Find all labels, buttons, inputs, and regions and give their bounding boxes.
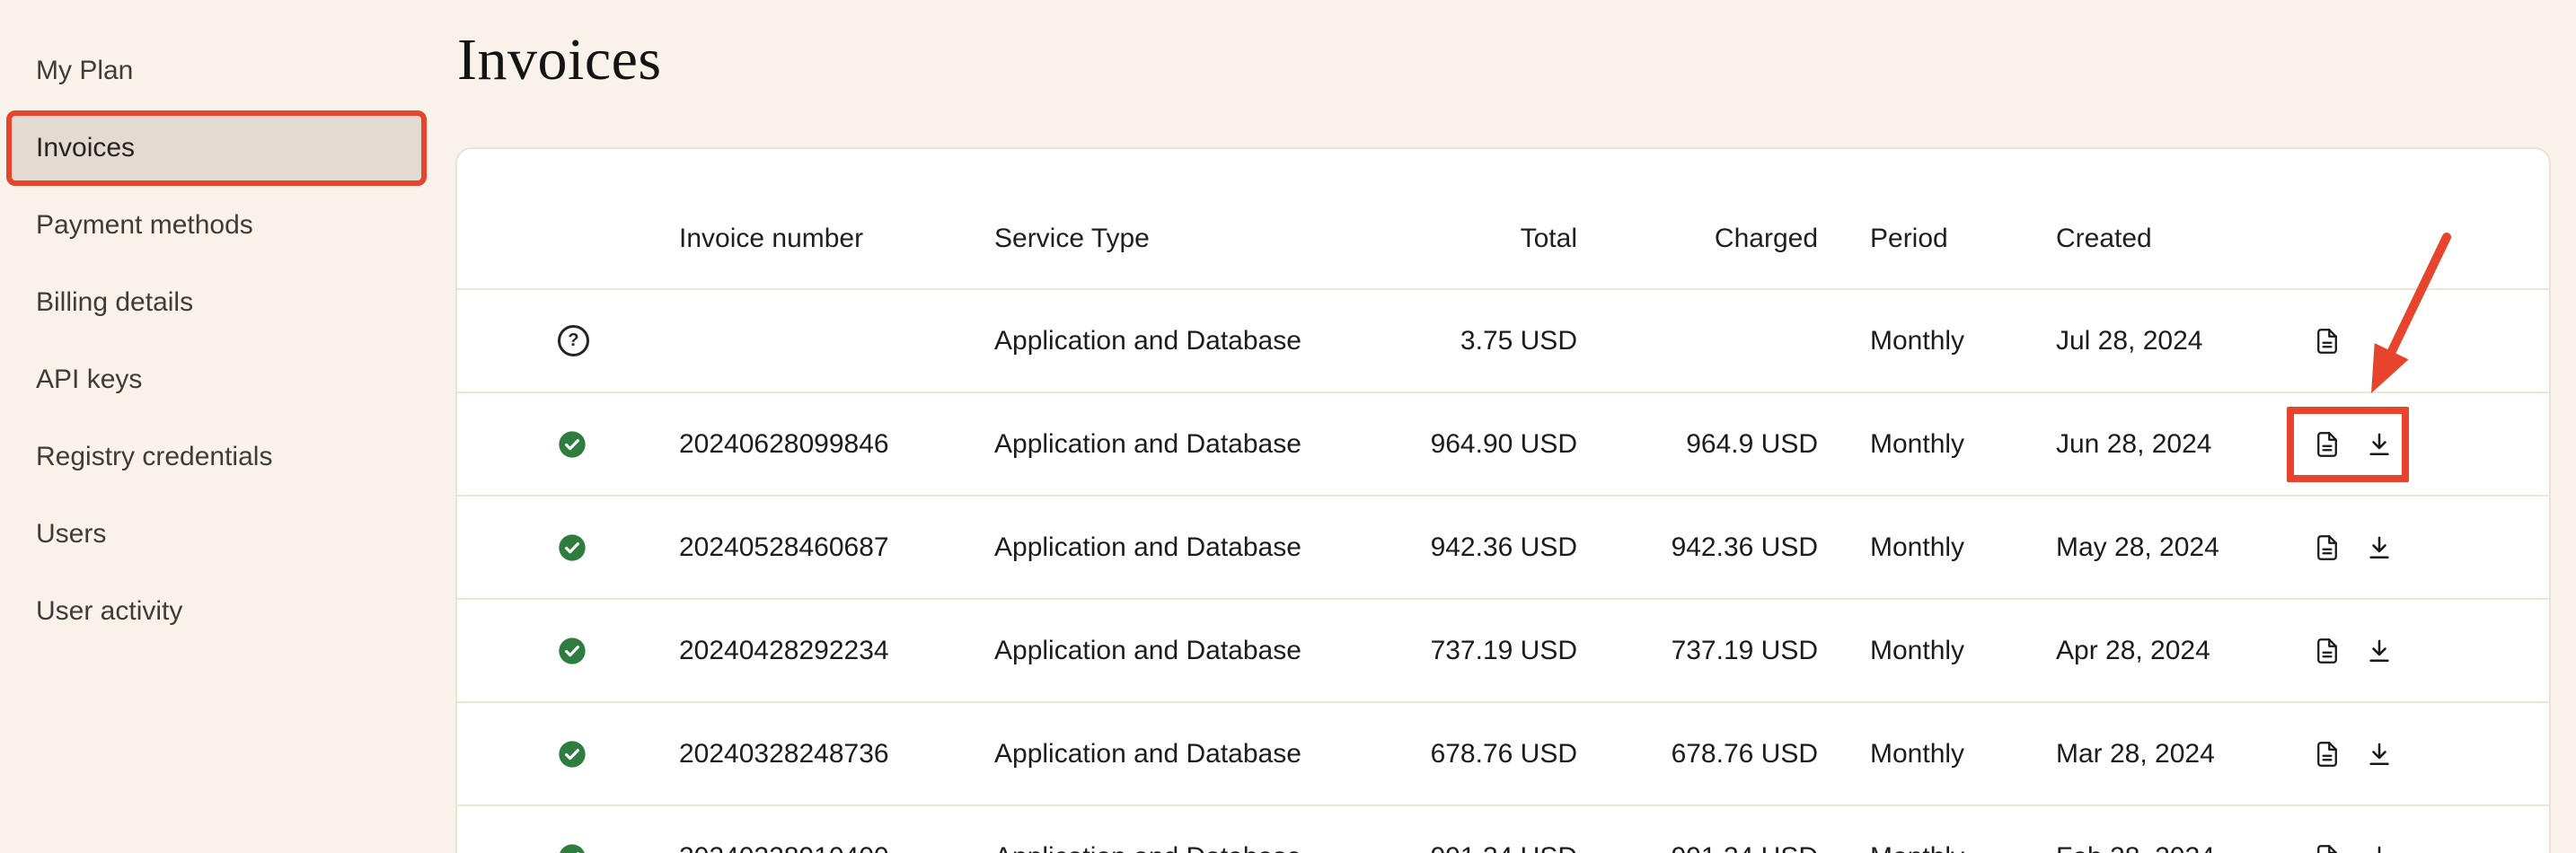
service-type: Application and Database bbox=[994, 636, 1336, 666]
invoices-main: Invoices Invoice number Service Type Tot… bbox=[452, 0, 2576, 853]
service-type: Application and Database bbox=[994, 429, 1336, 460]
sidebar-item-label: Payment methods bbox=[36, 210, 253, 241]
billing-period: Monthly bbox=[1818, 739, 2056, 769]
created-date: Jul 28, 2024 bbox=[2056, 326, 2312, 356]
invoice-table-header: Invoice number Service Type Total Charge… bbox=[457, 149, 2549, 290]
sidebar-nav: My Plan Invoices Payment methods Billing… bbox=[0, 33, 452, 649]
sidebar-item-my-plan[interactable]: My Plan bbox=[6, 33, 427, 109]
sidebar-item-invoices[interactable]: Invoices bbox=[6, 110, 427, 186]
download-icon[interactable] bbox=[2364, 636, 2395, 666]
table-row[interactable]: ? Application and Database 3.75 USD Mont… bbox=[457, 290, 2549, 393]
created-date: Feb 28, 2024 bbox=[2056, 842, 2312, 853]
sidebar-item-label: Invoices bbox=[36, 133, 135, 163]
sidebar-item-label: User activity bbox=[36, 596, 182, 627]
service-type: Application and Database bbox=[994, 739, 1336, 769]
header-invoice-number: Invoice number bbox=[679, 224, 994, 254]
total-amount: 3.75 USD bbox=[1336, 326, 1577, 356]
created-date: Mar 28, 2024 bbox=[2056, 739, 2312, 769]
sidebar-item-users[interactable]: Users bbox=[6, 497, 427, 572]
total-amount: 964.90 USD bbox=[1336, 429, 1577, 460]
check-circle-icon bbox=[558, 843, 587, 853]
sidebar-item-payment-methods[interactable]: Payment methods bbox=[6, 188, 427, 263]
total-amount: 737.19 USD bbox=[1336, 636, 1577, 666]
check-circle-icon bbox=[558, 740, 587, 769]
download-icon[interactable] bbox=[2364, 532, 2395, 563]
invoice-number: 20240228910400 bbox=[679, 842, 994, 853]
sidebar-item-label: Billing details bbox=[36, 287, 193, 318]
created-date: Jun 28, 2024 bbox=[2056, 429, 2312, 460]
invoice-number: 20240328248736 bbox=[679, 739, 994, 769]
file-icon[interactable] bbox=[2312, 842, 2342, 853]
table-row[interactable]: ? 20240228910400 Application and Databas… bbox=[457, 806, 2549, 853]
billing-invoices-page: My Plan Invoices Payment methods Billing… bbox=[0, 0, 2576, 853]
invoice-actions bbox=[2312, 636, 2395, 666]
page-title: Invoices bbox=[457, 31, 2576, 90]
service-type: Application and Database bbox=[994, 326, 1336, 356]
created-date: May 28, 2024 bbox=[2056, 532, 2312, 563]
invoice-actions bbox=[2312, 842, 2395, 853]
service-type: Application and Database bbox=[994, 842, 1336, 853]
billing-period: Monthly bbox=[1818, 842, 2056, 853]
created-date: Apr 28, 2024 bbox=[2056, 636, 2312, 666]
invoices-card: Invoice number Service Type Total Charge… bbox=[455, 147, 2551, 853]
check-circle-icon bbox=[558, 637, 587, 665]
charged-amount: 942.36 USD bbox=[1577, 532, 1818, 563]
total-amount: 942.36 USD bbox=[1336, 532, 1577, 563]
total-amount: 678.76 USD bbox=[1336, 739, 1577, 769]
file-icon[interactable] bbox=[2312, 532, 2342, 563]
header-charged: Charged bbox=[1577, 224, 1818, 254]
charged-amount: 678.76 USD bbox=[1577, 739, 1818, 769]
check-circle-icon bbox=[558, 430, 587, 459]
header-total: Total bbox=[1336, 224, 1577, 254]
question-circle-icon: ? bbox=[558, 325, 589, 356]
annotation-highlight-box bbox=[2287, 407, 2409, 482]
invoice-actions bbox=[2312, 326, 2342, 356]
download-icon[interactable] bbox=[2364, 739, 2395, 769]
sidebar-item-label: API keys bbox=[36, 365, 142, 395]
invoice-number: 20240628099846 bbox=[679, 429, 994, 460]
charged-amount: 991.34 USD bbox=[1577, 842, 1818, 853]
invoice-number: 20240428292234 bbox=[679, 636, 994, 666]
service-type: Application and Database bbox=[994, 532, 1336, 563]
invoice-actions bbox=[2312, 532, 2395, 563]
download-icon[interactable] bbox=[2364, 429, 2395, 460]
sidebar-item-label: My Plan bbox=[36, 56, 133, 86]
header-created: Created bbox=[2056, 224, 2312, 254]
charged-amount: 964.9 USD bbox=[1577, 429, 1818, 460]
sidebar-item-registry-credentials[interactable]: Registry credentials bbox=[6, 419, 427, 495]
billing-period: Monthly bbox=[1818, 636, 2056, 666]
billing-period: Monthly bbox=[1818, 429, 2056, 460]
sidebar-item-label: Registry credentials bbox=[36, 442, 272, 472]
invoice-number: 20240528460687 bbox=[679, 532, 994, 563]
billing-period: Monthly bbox=[1818, 326, 2056, 356]
table-row[interactable]: ? 20240328248736 Application and Databas… bbox=[457, 703, 2549, 806]
billing-period: Monthly bbox=[1818, 532, 2056, 563]
total-amount: 991.34 USD bbox=[1336, 842, 1577, 853]
file-icon[interactable] bbox=[2312, 636, 2342, 666]
billing-sidebar: My Plan Invoices Payment methods Billing… bbox=[0, 0, 452, 853]
file-icon[interactable] bbox=[2312, 429, 2342, 460]
charged-amount: 737.19 USD bbox=[1577, 636, 1818, 666]
download-icon[interactable] bbox=[2364, 842, 2395, 853]
header-period: Period bbox=[1818, 224, 2056, 254]
sidebar-item-label: Users bbox=[36, 519, 106, 550]
invoice-table-body: ? Application and Database 3.75 USD Mont… bbox=[457, 290, 2549, 853]
sidebar-item-api-keys[interactable]: API keys bbox=[6, 342, 427, 418]
table-row[interactable]: ? 20240428292234 Application and Databas… bbox=[457, 600, 2549, 703]
header-service-type: Service Type bbox=[994, 224, 1336, 254]
sidebar-item-user-activity[interactable]: User activity bbox=[6, 574, 427, 649]
check-circle-icon bbox=[558, 533, 587, 562]
file-icon[interactable] bbox=[2312, 326, 2342, 356]
table-row[interactable]: ? 20240528460687 Application and Databas… bbox=[457, 497, 2549, 600]
invoice-actions bbox=[2312, 739, 2395, 769]
sidebar-item-billing-details[interactable]: Billing details bbox=[6, 265, 427, 340]
file-icon[interactable] bbox=[2312, 739, 2342, 769]
table-row[interactable]: ? 20240628099846 Application and Databas… bbox=[457, 393, 2549, 497]
